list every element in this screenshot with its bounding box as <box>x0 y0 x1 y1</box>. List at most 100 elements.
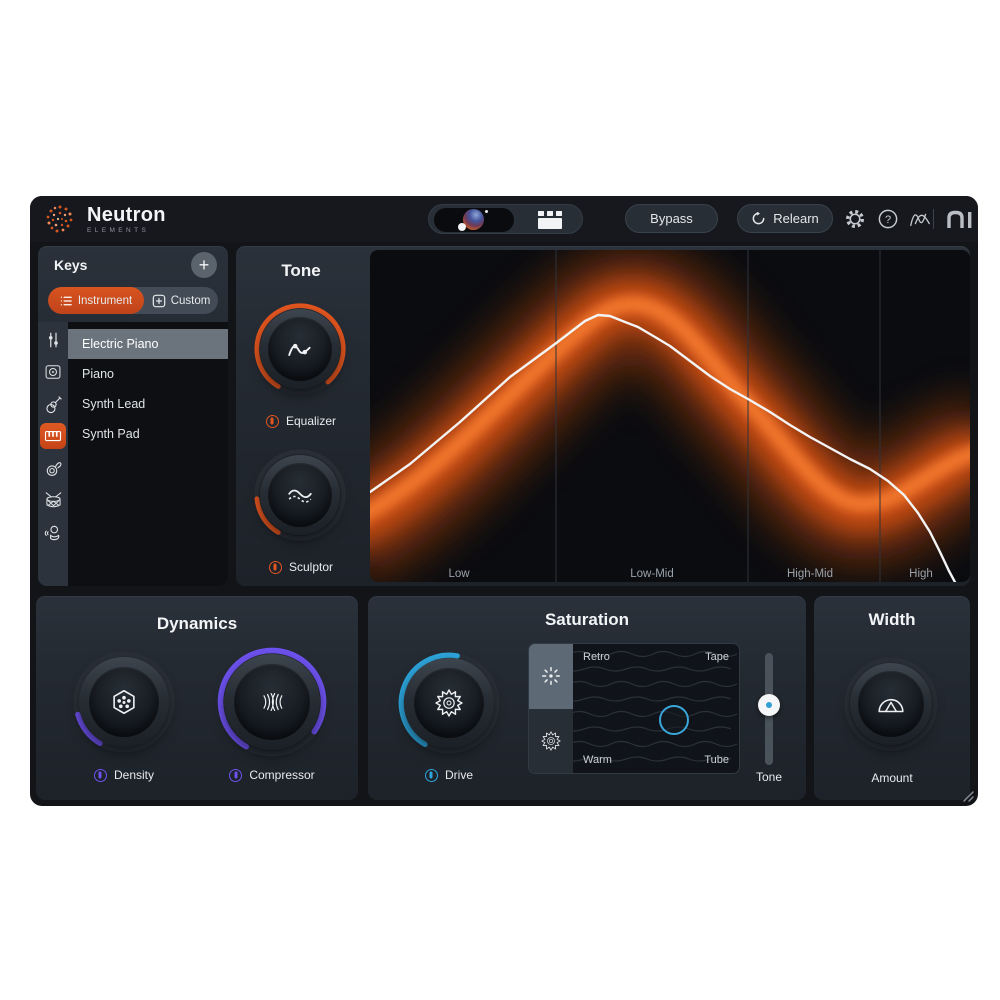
sculptor-power-toggle[interactable] <box>269 561 282 574</box>
app-edition: ELEMENTS <box>87 227 166 234</box>
amp-icon <box>44 363 62 381</box>
density-knob[interactable] <box>72 650 176 754</box>
compressor-power-toggle[interactable] <box>229 769 242 782</box>
tab-instrument[interactable]: Instrument <box>48 287 144 314</box>
list-item-synth-pad[interactable]: Synth Pad <box>68 419 228 449</box>
svg-text:?: ? <box>885 214 891 226</box>
saturation-title: Saturation <box>368 610 806 630</box>
tab-instrument-label: Instrument <box>78 295 132 307</box>
browser-body: Electric Piano Piano Synth Lead Synth Pa… <box>38 322 228 586</box>
vocal-icon <box>44 523 63 542</box>
xy-puck[interactable] <box>659 705 689 735</box>
bypass-button[interactable]: Bypass <box>625 204 718 233</box>
xy-pad-surface[interactable]: Retro Tape Warm Tube <box>573 644 739 773</box>
drum-icon <box>44 491 63 510</box>
compressor-knob[interactable] <box>216 646 328 758</box>
density-label-row: Density <box>54 768 194 782</box>
resize-handle[interactable] <box>961 789 975 803</box>
screen: Neutron ELEMENTS Bypass <box>0 0 1000 1000</box>
density-icon <box>109 687 139 717</box>
drive-label-row: Drive <box>379 768 519 782</box>
category-brass[interactable] <box>40 455 66 481</box>
compressor-label-row: Compressor <box>202 768 342 782</box>
piano-keys-icon <box>44 427 62 445</box>
band-label-low-mid: Low-Mid <box>630 568 673 580</box>
izotope-squiggle-icon[interactable] <box>908 207 932 231</box>
xy-tab-drive[interactable] <box>529 709 573 774</box>
band-label-low: Low <box>448 568 470 580</box>
relearn-button[interactable]: Relearn <box>737 204 833 233</box>
instrument-list: Electric Piano Piano Synth Lead Synth Pa… <box>68 322 228 586</box>
drive-label: Drive <box>445 768 473 782</box>
list-item-electric-piano[interactable]: Electric Piano <box>68 329 228 359</box>
category-vocals[interactable] <box>40 519 66 545</box>
spectrum-display[interactable]: Low Low-Mid High-Mid High <box>370 250 970 582</box>
sphere-small-dot <box>485 210 488 213</box>
xy-corner-tape: Tape <box>705 651 729 663</box>
gear-burst-icon <box>539 729 563 753</box>
drive-power-toggle[interactable] <box>425 769 438 782</box>
width-goniometer-icon <box>876 693 906 715</box>
sparkle-icon <box>540 665 562 687</box>
width-amount-knob[interactable] <box>843 656 939 752</box>
tab-custom-label: Custom <box>171 295 211 307</box>
density-power-toggle[interactable] <box>94 769 107 782</box>
density-label: Density <box>114 768 154 782</box>
width-title: Width <box>814 610 970 630</box>
category-rail <box>38 322 68 586</box>
sculptor-knob[interactable] <box>253 448 347 542</box>
category-amp[interactable] <box>40 359 66 385</box>
list-item-piano[interactable]: Piano <box>68 359 228 389</box>
width-amount-label-row: Amount <box>814 771 970 785</box>
tab-custom[interactable]: Custom <box>144 287 218 314</box>
category-sliders[interactable] <box>40 327 66 353</box>
band-labels: Low Low-Mid High-Mid High <box>448 568 932 580</box>
neutron-logo-icon <box>42 201 78 237</box>
sculptor-wave-icon <box>285 483 315 507</box>
instrument-list-icon <box>60 295 73 307</box>
band-label-high: High <box>909 568 933 580</box>
guitar-icon <box>44 395 63 414</box>
list-item-label: Electric Piano <box>82 337 158 351</box>
xy-tab-character[interactable] <box>529 644 573 709</box>
browser-tabs: Instrument Custom <box>48 287 218 314</box>
equalizer-curve-icon <box>285 337 315 361</box>
list-item-synth-lead[interactable]: Synth Lead <box>68 389 228 419</box>
category-guitar[interactable] <box>40 391 66 417</box>
app-logo-group: Neutron ELEMENTS <box>42 201 166 237</box>
equalizer-label: Equalizer <box>286 414 336 428</box>
bypass-label: Bypass <box>650 211 693 226</box>
category-keys[interactable] <box>40 423 66 449</box>
saturation-panel: Saturation Drive <box>368 596 806 800</box>
sliders-icon <box>44 331 62 349</box>
sphere-satellite-dot <box>458 223 466 231</box>
assistant-view-toggle[interactable] <box>428 204 583 234</box>
ni-logo <box>943 207 977 231</box>
equalizer-knob[interactable] <box>253 302 347 396</box>
header-bar: Neutron ELEMENTS Bypass <box>30 196 978 242</box>
list-item-label: Synth Pad <box>82 427 140 441</box>
category-drums[interactable] <box>40 487 66 513</box>
band-label-high-mid: High-Mid <box>787 568 833 580</box>
tone-title: Tone <box>236 261 366 281</box>
add-preset-button[interactable]: + <box>191 252 217 278</box>
tone-slider-handle[interactable] <box>758 694 780 716</box>
drive-knob[interactable] <box>397 651 501 755</box>
list-item-label: Piano <box>82 367 114 381</box>
list-item-label: Synth Lead <box>82 397 145 411</box>
xy-corner-retro: Retro <box>583 651 610 663</box>
equalizer-power-toggle[interactable] <box>266 415 279 428</box>
settings-gear-icon[interactable] <box>843 207 867 231</box>
sat-tone-label-row: Tone <box>729 770 809 784</box>
drive-saturation-icon <box>432 686 466 720</box>
browser-title: Keys <box>54 257 87 273</box>
assistant-ball-segment[interactable] <box>434 208 514 232</box>
assistant-sphere-icon <box>463 209 484 230</box>
xy-mode-tabs <box>529 644 573 773</box>
width-panel: Width Amount <box>814 596 970 800</box>
equalizer-label-row: Equalizer <box>236 414 366 428</box>
detailed-view-icon[interactable] <box>537 210 563 230</box>
xy-corner-tube: Tube <box>704 754 729 766</box>
xy-corner-warm: Warm <box>583 754 612 766</box>
help-icon[interactable]: ? <box>876 207 900 231</box>
